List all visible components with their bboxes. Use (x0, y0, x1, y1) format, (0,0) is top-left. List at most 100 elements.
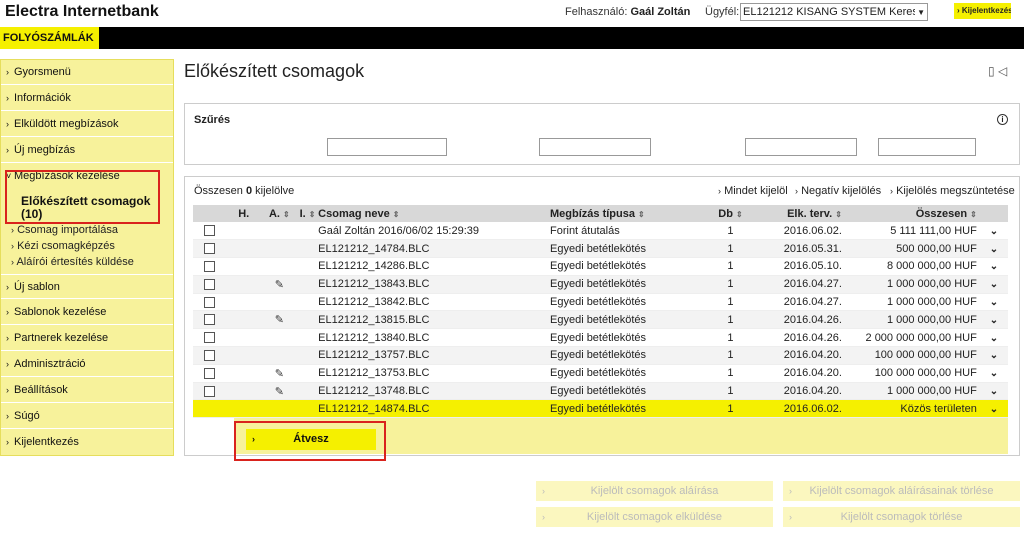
info-icon[interactable]: i (997, 114, 1008, 125)
chevron-down-icon[interactable]: ⌄ (990, 368, 998, 379)
row-checkbox[interactable] (203, 350, 215, 362)
chevron-down-icon[interactable]: ⌄ (990, 404, 998, 415)
column-a[interactable]: A. ⇕ (262, 205, 297, 222)
table-row[interactable]: ✎ EL121212_13748.BLC Egyedi betétlekötés 1 2… (193, 382, 1008, 401)
column-count[interactable]: Db ⇕ (706, 205, 755, 222)
sidebar-item-uj-megbizas[interactable]: › Új megbízás (1, 138, 173, 163)
atvesz-button[interactable]: › Átvesz (246, 429, 376, 450)
sidebar-item-informaciok[interactable]: › Információk (1, 86, 173, 111)
user-info: Felhasználó: Gaál Zoltán (565, 6, 690, 18)
row-checkbox[interactable] (203, 296, 215, 308)
mobile-icon[interactable]: ▯ (988, 64, 995, 78)
i-cell (296, 310, 319, 330)
package-name: EL121212_14286.BLC (318, 257, 524, 276)
chevron-down-icon[interactable]: ⌄ (990, 315, 998, 326)
chevron-right-icon: › (890, 186, 893, 196)
chevron-right-icon: › (795, 186, 798, 196)
planned-date: 2016.06.02. (754, 399, 845, 419)
chevron-right-icon: › (6, 359, 9, 369)
delete-signatures-button[interactable]: › Kijelölt csomagok aláírásainak törlése (783, 481, 1020, 501)
table-row[interactable]: ✎ EL121212_13843.BLC Egyedi betétlekötés 1 2… (193, 275, 1008, 294)
top-header: Electra Internetbank Felhasználó: Gaál Z… (0, 0, 1024, 27)
sign-selected-button[interactable]: › Kijelölt csomagok aláírása (536, 481, 773, 501)
sidebar-subitem-kezi[interactable]: › Kézi csomagképzés (11, 240, 115, 252)
sidebar-subitem-alairoi[interactable]: › Aláírói értesítés küldése (11, 256, 134, 268)
sidebar-item-gyorsmenu[interactable]: › Gyorsmenü (1, 60, 173, 85)
megaphone-icon[interactable]: ◁ (998, 64, 1007, 78)
i-cell (296, 382, 319, 401)
row-checkbox[interactable] (203, 385, 215, 397)
clear-selection-link[interactable]: › Kijelölés megszüntetése (890, 185, 1015, 197)
invert-selection-link[interactable]: › Negatív kijelölés (795, 185, 881, 197)
sidebar-item-sugo[interactable]: › Súgó (1, 404, 173, 429)
package-name: EL121212_13842.BLC (318, 293, 524, 312)
row-checkbox[interactable] (203, 225, 215, 237)
chevron-down-icon[interactable]: ⌄ (990, 279, 998, 290)
sidebar-item-uj-sablon[interactable]: › Új sablon (1, 274, 173, 299)
table-row[interactable]: EL121212_14784.BLC Egyedi betétlekötés 1 20… (193, 239, 1008, 259)
chevron-down-icon[interactable]: ⌄ (990, 261, 998, 272)
row-checkbox[interactable] (203, 261, 215, 273)
row-checkbox[interactable] (203, 332, 215, 344)
table-row[interactable]: ✎ EL121212_13753.BLC Egyedi betétlekötés 1 2… (193, 364, 1008, 383)
h-cell (225, 310, 263, 330)
sidebar-item-partnerek[interactable]: › Partnerek kezelése (1, 326, 173, 351)
chevron-down-icon[interactable]: ⌄ (990, 350, 998, 361)
filter-input-date[interactable] (745, 138, 857, 156)
i-cell (296, 257, 319, 276)
row-checkbox[interactable] (203, 314, 215, 326)
filter-input-total[interactable] (878, 138, 976, 156)
table-row[interactable]: EL121212_13842.BLC Egyedi betétlekötés 1 20… (193, 293, 1008, 312)
sidebar-item-sablonok[interactable]: › Sablonok kezelése (1, 300, 173, 325)
table-row[interactable]: EL121212_13757.BLC Egyedi betétlekötés 1 20… (193, 346, 1008, 365)
column-name[interactable]: Csomag neve ⇕ (318, 205, 524, 222)
chevron-down-icon[interactable]: ⌄ (990, 244, 998, 255)
logout-button[interactable]: › Kijelentkezés (954, 3, 1011, 19)
table-row[interactable]: Gaál Zoltán 2016/06/02 15:29:39 Forint át… (193, 222, 1008, 241)
order-type: Egyedi betétlekötés (547, 257, 707, 276)
sort-icon: ⇕ (392, 209, 400, 219)
row-select-cell (193, 222, 226, 241)
filter-input-name[interactable] (327, 138, 447, 156)
delete-selected-button[interactable]: › Kijelölt csomagok törlése (783, 507, 1020, 527)
spacer-cell (523, 364, 547, 383)
package-name: EL121212_13753.BLC (318, 364, 524, 383)
chevron-down-icon[interactable]: ⌄ (990, 226, 998, 237)
sidebar-item-beallitasok[interactable]: › Beállítások (1, 378, 173, 403)
column-date[interactable]: Elk. terv. ⇕ (754, 205, 845, 222)
chevron-right-icon: › (6, 411, 9, 421)
chevron-down-icon[interactable]: ⌄ (990, 297, 998, 308)
chevron-down-icon[interactable]: ⌄ (990, 333, 998, 344)
sidebar-subitem-import[interactable]: › Csomag importálása (11, 224, 118, 236)
order-type: Egyedi betétlekötés (547, 399, 707, 419)
expand-cell: ⌄ (979, 346, 1008, 365)
select-all-link[interactable]: › Mindet kijelöl (718, 185, 788, 197)
column-h[interactable]: H. (225, 205, 263, 222)
a-cell (262, 257, 297, 276)
row-checkbox[interactable] (203, 243, 215, 255)
table-row[interactable]: ✎ EL121212_13815.BLC Egyedi betétlekötés 1 2… (193, 310, 1008, 330)
send-selected-button[interactable]: › Kijelölt csomagok elküldése (536, 507, 773, 527)
row-select-cell (193, 275, 226, 294)
column-type[interactable]: Megbízás típusa ⇕ (547, 205, 707, 222)
chevron-down-icon[interactable]: ⌄ (990, 386, 998, 397)
sidebar-item-adminisztracio[interactable]: › Adminisztráció (1, 352, 173, 377)
row-checkbox[interactable] (203, 278, 215, 290)
chevron-right-icon: › (6, 307, 9, 317)
client-select[interactable]: EL121212 KISANG SYSTEM Kereske ▼ (740, 3, 928, 21)
sort-icon: ⇕ (308, 209, 316, 219)
sidebar-item-kijelentkezes[interactable]: › Kijelentkezés (1, 430, 173, 455)
total-amount: 1 000 000,00 HUF (844, 275, 980, 294)
tab-folyoszamlak[interactable]: FOLYÓSZÁMLÁK (0, 27, 99, 49)
sidebar-item-elkuldott[interactable]: › Elküldött megbízások (1, 112, 173, 137)
table-row-highlighted[interactable]: EL121212_14874.BLC Egyedi betétlekötés 1 20… (193, 399, 1008, 419)
column-total[interactable]: Összesen ⇕ (844, 205, 980, 222)
item-count: 1 (706, 239, 755, 259)
filter-input-type[interactable] (539, 138, 651, 156)
column-i[interactable]: I. ⇕ (296, 205, 319, 222)
order-type: Egyedi betétlekötés (547, 382, 707, 401)
row-checkbox[interactable] (203, 367, 215, 379)
table-row[interactable]: EL121212_13840.BLC Egyedi betétlekötés 1 20… (193, 328, 1008, 348)
h-cell (225, 293, 263, 312)
table-row[interactable]: EL121212_14286.BLC Egyedi betétlekötés 1 20… (193, 257, 1008, 276)
